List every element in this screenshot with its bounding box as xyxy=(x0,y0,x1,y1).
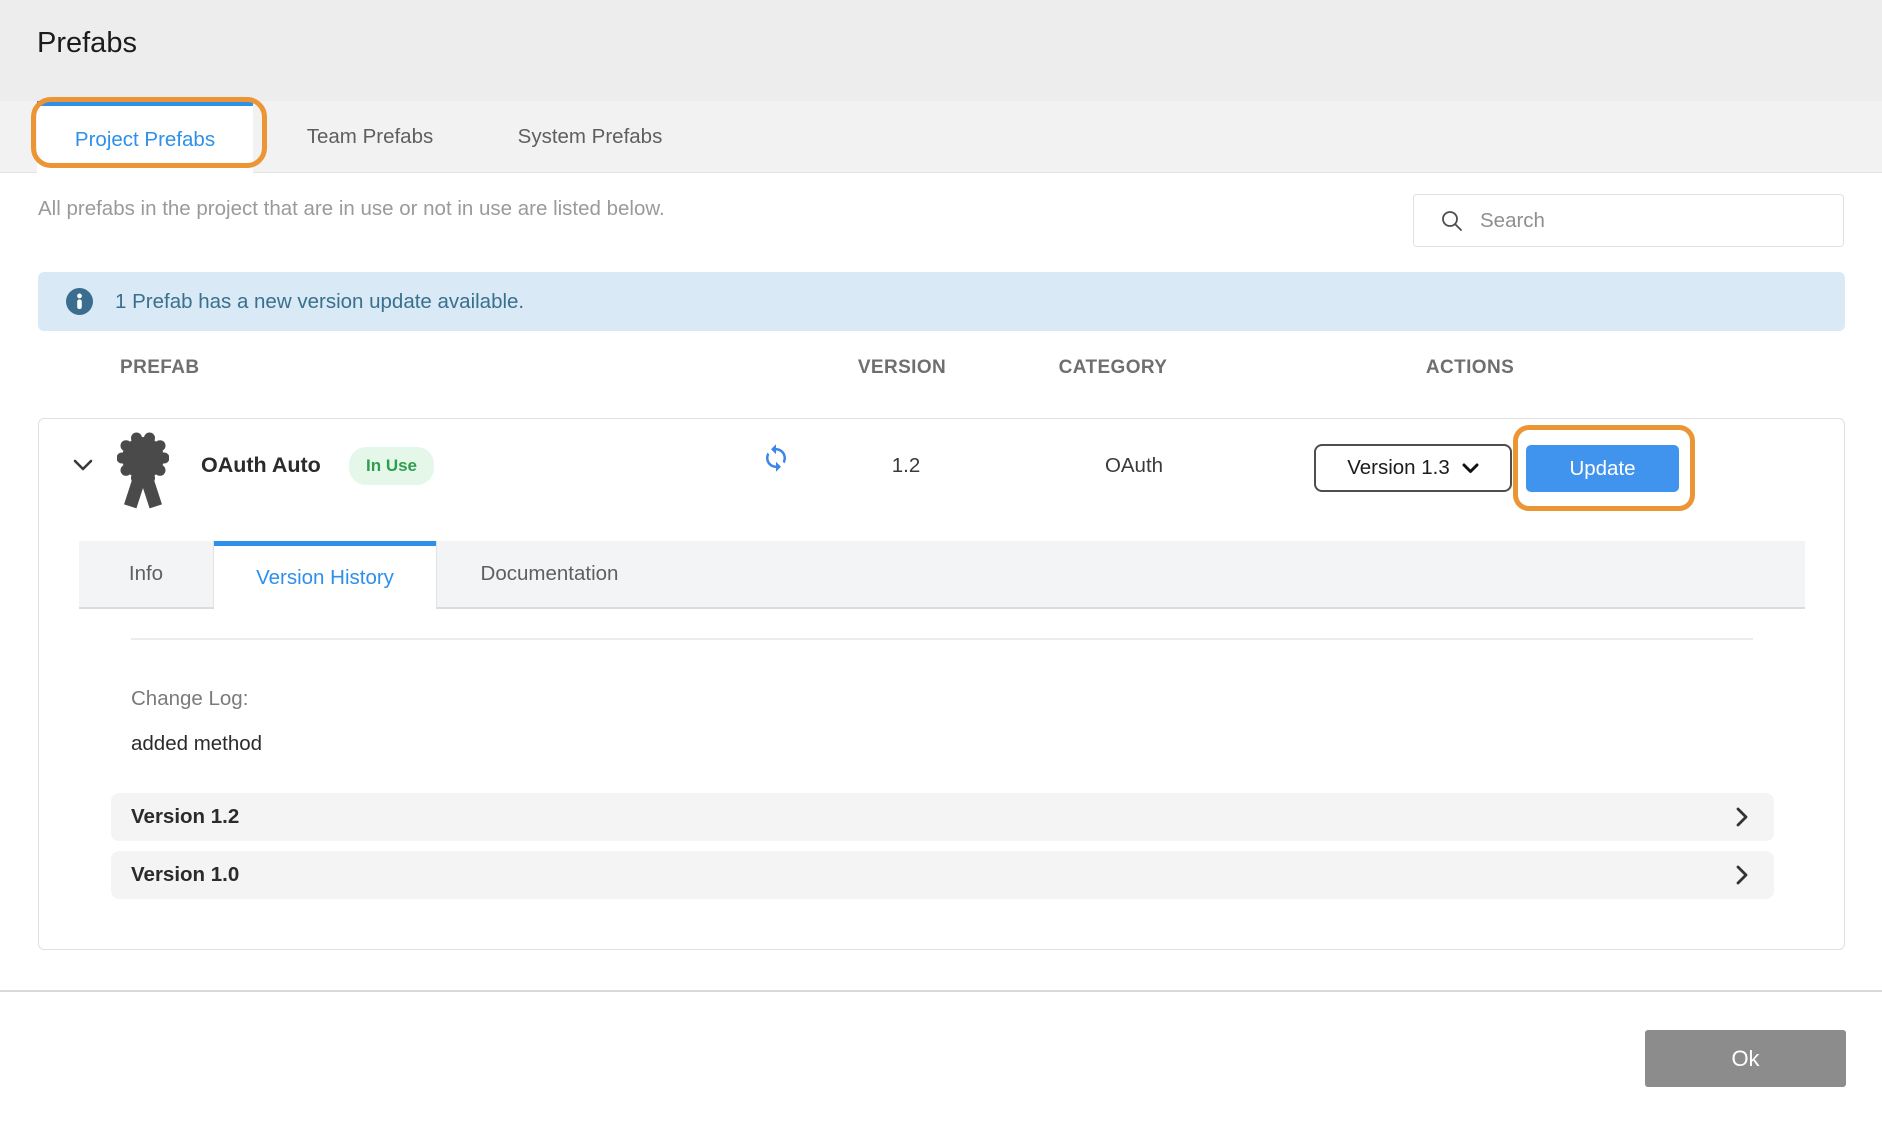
tab-label: System Prefabs xyxy=(518,125,663,149)
prefab-category: OAuth xyxy=(1049,454,1219,478)
version-select[interactable]: Version 1.3 xyxy=(1314,444,1512,492)
tab-label: Version History xyxy=(256,566,394,590)
tab-label: Team Prefabs xyxy=(307,125,433,149)
list-description: All prefabs in the project that are in u… xyxy=(38,197,665,221)
prefab-version: 1.2 xyxy=(821,454,991,478)
tab-label: Documentation xyxy=(481,562,619,586)
change-log-text: added method xyxy=(131,732,262,756)
footer-divider xyxy=(0,990,1882,992)
detail-tabbar: Info Version History Documentation xyxy=(79,541,1805,609)
accordion-label: Version 1.2 xyxy=(131,805,239,829)
update-button[interactable]: Update xyxy=(1526,445,1679,492)
change-log-label: Change Log: xyxy=(131,687,248,711)
sync-icon xyxy=(761,443,791,473)
tab-info[interactable]: Info xyxy=(79,541,214,607)
tab-documentation[interactable]: Documentation xyxy=(436,541,662,607)
update-info-banner: 1 Prefab has a new version update availa… xyxy=(38,272,1845,331)
column-header-actions: ACTIONS xyxy=(1414,357,1526,379)
chevron-right-icon xyxy=(1736,807,1748,827)
search-box[interactable] xyxy=(1413,194,1844,247)
tab-system-prefabs[interactable]: System Prefabs xyxy=(480,101,700,173)
in-use-badge: In Use xyxy=(349,447,434,485)
banner-message: 1 Prefab has a new version update availa… xyxy=(115,290,524,314)
divider xyxy=(131,638,1753,640)
tab-label: Info xyxy=(129,562,163,586)
prefab-row-card: OAuth Auto In Use 1.2 OAuth Version 1.3 … xyxy=(38,418,1845,950)
ribbon-award-icon xyxy=(117,431,169,511)
chevron-down-icon xyxy=(1462,463,1479,474)
tab-project-prefabs[interactable]: Project Prefabs xyxy=(37,101,253,173)
version-accordion-1-2[interactable]: Version 1.2 xyxy=(111,793,1774,841)
tab-team-prefabs[interactable]: Team Prefabs xyxy=(268,101,472,173)
tab-version-history[interactable]: Version History xyxy=(214,541,436,609)
page-title: Prefabs xyxy=(37,27,137,60)
main-tabbar: Project Prefabs Team Prefabs System Pref… xyxy=(0,101,1882,173)
version-select-value: Version 1.3 xyxy=(1347,456,1450,480)
accordion-label: Version 1.0 xyxy=(131,863,239,887)
search-icon xyxy=(1440,209,1464,233)
ok-button[interactable]: Ok xyxy=(1645,1030,1846,1087)
column-header-version: VERSION xyxy=(850,357,954,379)
column-header-category: CATEGORY xyxy=(1046,357,1180,379)
tab-label: Project Prefabs xyxy=(75,128,215,152)
search-input[interactable] xyxy=(1480,209,1810,233)
prefab-name: OAuth Auto xyxy=(201,453,321,478)
version-accordion-1-0[interactable]: Version 1.0 xyxy=(111,851,1774,899)
collapse-chevron-down-icon[interactable] xyxy=(73,459,93,472)
chevron-right-icon xyxy=(1736,865,1748,885)
column-header-prefab: PREFAB xyxy=(120,357,199,379)
app-header: Prefabs xyxy=(0,0,1882,101)
info-icon xyxy=(66,288,93,315)
